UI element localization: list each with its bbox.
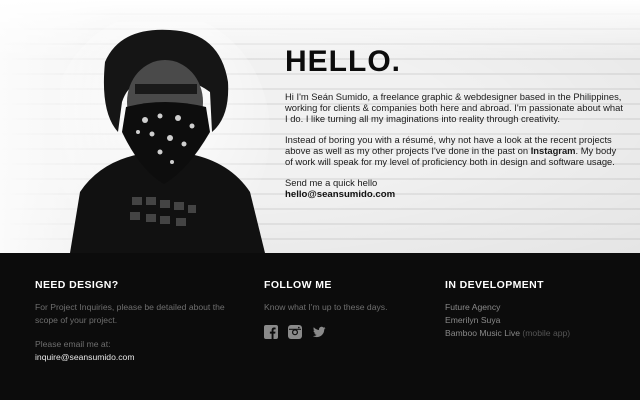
hero-section: HELLO. Hi I'm Seán Sumido, a freelance g… (0, 0, 640, 253)
email-prompt: Please email me at: (35, 339, 111, 349)
need-design-heading: NEED DESIGN? (35, 279, 119, 291)
portrait-image (60, 22, 270, 253)
intro-block: HELLO. Hi I'm Seán Sumido, a freelance g… (285, 44, 625, 200)
twitter-icon[interactable] (312, 324, 326, 338)
project-tag: (mobile app) (522, 328, 571, 338)
follow-column: FOLLOW ME Know what I'm up to these days… (264, 279, 424, 339)
need-design-text: For Project Inquiries, please be detaile… (35, 302, 225, 325)
instagram-link[interactable]: Instagram (531, 145, 576, 156)
project-name: Emerilyn Suya (445, 315, 501, 325)
development-list: Future Agency Emerilyn Suya Bamboo Music… (445, 301, 625, 340)
list-item[interactable]: Bamboo Music Live (mobile app) (445, 327, 625, 340)
development-column: IN DEVELOPMENT Future Agency Emerilyn Su… (445, 279, 625, 340)
project-name: Future Agency (445, 302, 501, 312)
development-heading: IN DEVELOPMENT (445, 279, 544, 291)
list-item[interactable]: Emerilyn Suya (445, 314, 625, 327)
instagram-icon[interactable] (288, 324, 302, 339)
hero-title: HELLO. (285, 45, 401, 78)
facebook-icon[interactable] (264, 324, 278, 339)
project-name: Bamboo Music Live (445, 328, 520, 338)
list-item[interactable]: Future Agency (445, 301, 625, 314)
footer: NEED DESIGN? For Project Inquiries, plea… (0, 253, 640, 400)
need-design-column: NEED DESIGN? For Project Inquiries, plea… (35, 279, 235, 363)
social-links (264, 324, 424, 339)
hello-email-link[interactable]: hello@seansumido.com (285, 189, 625, 200)
follow-text: Know what I'm up to these days. (264, 302, 388, 312)
cta-label: Send me a quick hello (285, 177, 378, 188)
portfolio-paragraph: Instead of boring you with a résumé, why… (285, 134, 625, 167)
inquire-email-link[interactable]: inquire@seansumido.com (35, 351, 235, 363)
intro-paragraph: Hi I'm Seán Sumido, a freelance graphic … (285, 91, 623, 124)
page: HELLO. Hi I'm Seán Sumido, a freelance g… (0, 0, 640, 400)
follow-heading: FOLLOW ME (264, 279, 332, 291)
